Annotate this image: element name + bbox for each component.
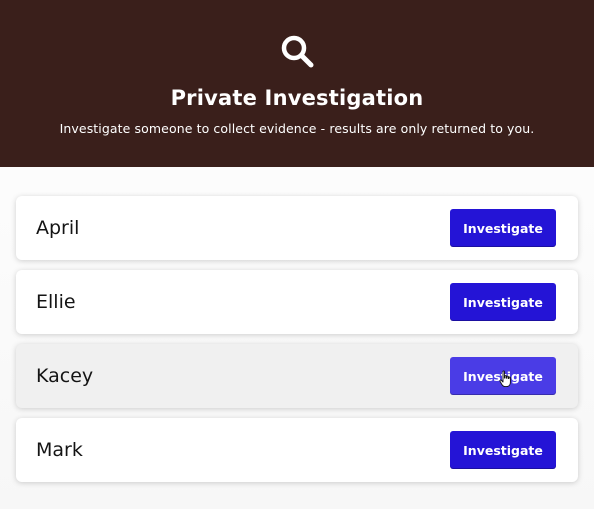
page-subtitle: Investigate someone to collect evidence … xyxy=(59,121,535,136)
investigate-button-kacey[interactable]: Investigate xyxy=(450,357,556,395)
player-name: Kacey xyxy=(36,365,94,387)
header: Private Investigation Investigate someon… xyxy=(0,0,594,167)
page-title: Private Investigation xyxy=(170,86,424,110)
investigate-button-april[interactable]: Investigate xyxy=(450,209,556,247)
hand-cursor-icon xyxy=(499,370,511,388)
player-card-april: April Investigate xyxy=(16,196,578,260)
investigate-button-ellie[interactable]: Investigate xyxy=(450,283,556,321)
search-icon xyxy=(281,35,314,68)
player-card-mark: Mark Investigate xyxy=(16,418,578,482)
player-card-ellie: Ellie Investigate xyxy=(16,270,578,334)
player-name: Mark xyxy=(36,439,83,461)
investigate-button-mark[interactable]: Investigate xyxy=(450,431,556,469)
player-name: April xyxy=(36,217,80,239)
player-card-kacey: Kacey Investigate xyxy=(16,344,578,408)
investigation-screen: Private Investigation Investigate someon… xyxy=(0,0,594,509)
player-list: April Investigate Ellie Investigate Kace… xyxy=(16,196,578,492)
player-name: Ellie xyxy=(36,291,76,313)
